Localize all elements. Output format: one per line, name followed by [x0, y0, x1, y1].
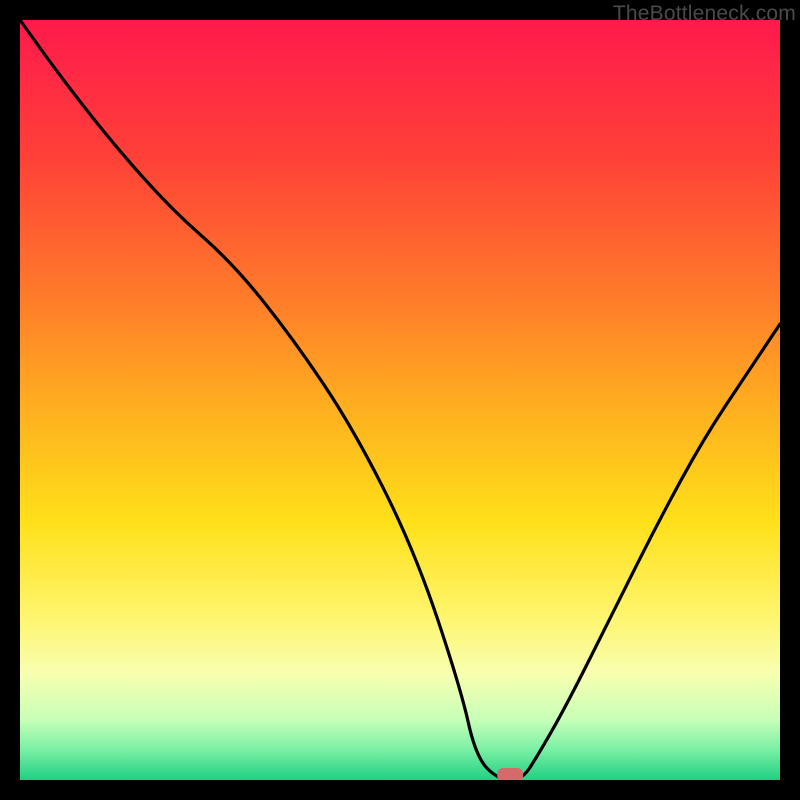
- bottleneck-curve: [20, 20, 780, 780]
- chart-stage: TheBottleneck.com: [0, 0, 800, 800]
- optimal-marker: [497, 768, 523, 780]
- curve-layer: [20, 20, 780, 780]
- watermark-text: TheBottleneck.com: [613, 2, 796, 26]
- plot-area: [20, 20, 780, 780]
